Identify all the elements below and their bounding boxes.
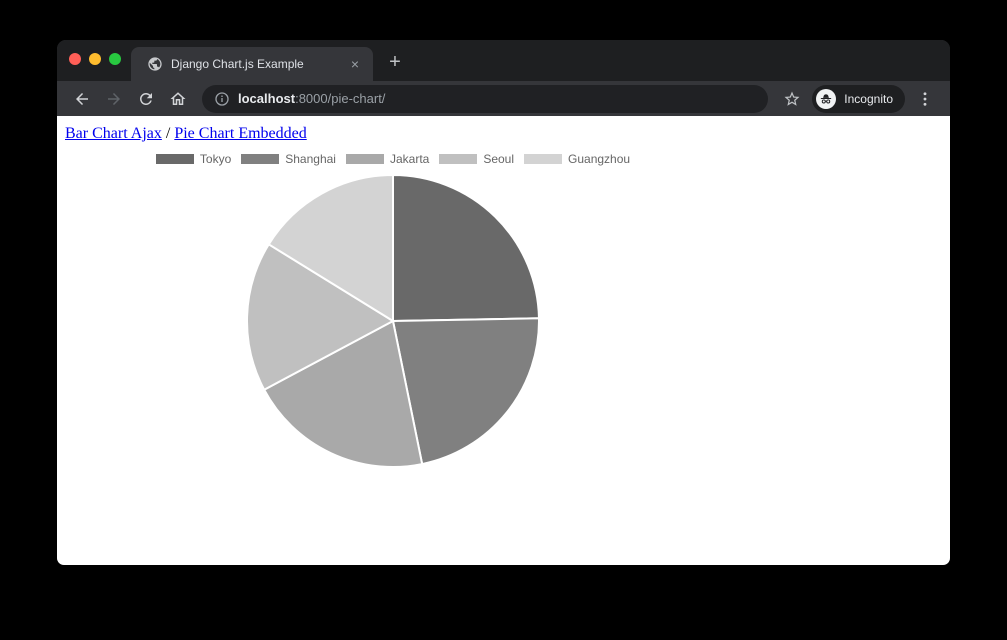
- breadcrumb: Bar Chart Ajax / Pie Chart Embedded: [65, 125, 950, 143]
- legend-label: Tokyo: [200, 152, 231, 166]
- tab-title: Django Chart.js Example: [171, 57, 339, 71]
- menu-button[interactable]: [912, 86, 938, 112]
- forward-button[interactable]: [101, 86, 127, 112]
- chart-area: Tokyo Shanghai Jakarta Seoul Guangzhou: [57, 152, 729, 469]
- legend-label: Seoul: [483, 152, 514, 166]
- star-icon: [783, 90, 801, 108]
- link-pie-chart-embedded[interactable]: Pie Chart Embedded: [174, 125, 306, 142]
- legend-item-shanghai[interactable]: Shanghai: [241, 152, 336, 166]
- browser-window: Django Chart.js Example × +: [57, 40, 950, 565]
- chart-legend: Tokyo Shanghai Jakarta Seoul Guangzhou: [57, 152, 729, 166]
- url-host: localhost: [238, 91, 295, 106]
- home-button[interactable]: [165, 86, 191, 112]
- window-zoom-button[interactable]: [109, 53, 121, 65]
- globe-favicon-icon: [147, 56, 163, 72]
- link-bar-chart-ajax[interactable]: Bar Chart Ajax: [65, 125, 162, 142]
- window-controls: [69, 53, 121, 65]
- bookmark-star-button[interactable]: [779, 86, 805, 112]
- legend-swatch: [346, 154, 384, 164]
- window-minimize-button[interactable]: [89, 53, 101, 65]
- legend-label: Shanghai: [285, 152, 336, 166]
- tab-strip: Django Chart.js Example × +: [57, 40, 950, 81]
- site-info-icon[interactable]: [214, 91, 230, 107]
- incognito-label: Incognito: [844, 92, 893, 106]
- incognito-spy-icon: [816, 89, 836, 109]
- reload-button[interactable]: [133, 86, 159, 112]
- incognito-badge: Incognito: [812, 85, 905, 113]
- legend-swatch: [156, 154, 194, 164]
- back-button[interactable]: [69, 86, 95, 112]
- legend-item-seoul[interactable]: Seoul: [439, 152, 514, 166]
- tab-active[interactable]: Django Chart.js Example ×: [131, 47, 373, 81]
- browser-toolbar: localhost:8000/pie-chart/ Incognito: [57, 81, 950, 116]
- reload-icon: [137, 90, 155, 108]
- legend-swatch: [241, 154, 279, 164]
- forward-arrow-icon: [105, 90, 123, 108]
- back-arrow-icon: [73, 90, 91, 108]
- desktop-background: Django Chart.js Example × +: [0, 0, 1007, 640]
- legend-swatch: [524, 154, 562, 164]
- legend-label: Jakarta: [390, 152, 429, 166]
- kebab-menu-icon: [916, 90, 934, 108]
- legend-item-tokyo[interactable]: Tokyo: [156, 152, 231, 166]
- url-text: localhost:8000/pie-chart/: [238, 91, 385, 106]
- url-path: :8000/pie-chart/: [295, 91, 385, 106]
- legend-label: Guangzhou: [568, 152, 630, 166]
- pie-chart[interactable]: [245, 173, 541, 469]
- legend-item-guangzhou[interactable]: Guangzhou: [524, 152, 630, 166]
- link-separator: /: [162, 125, 174, 142]
- tab-close-icon[interactable]: ×: [347, 56, 363, 72]
- legend-item-jakarta[interactable]: Jakarta: [346, 152, 429, 166]
- pie-slice-tokyo[interactable]: [393, 175, 539, 321]
- page-content: Bar Chart Ajax / Pie Chart Embedded Toky…: [57, 116, 950, 565]
- legend-swatch: [439, 154, 477, 164]
- home-icon: [169, 90, 187, 108]
- window-close-button[interactable]: [69, 53, 81, 65]
- new-tab-button[interactable]: +: [383, 51, 407, 75]
- address-bar[interactable]: localhost:8000/pie-chart/: [202, 85, 768, 113]
